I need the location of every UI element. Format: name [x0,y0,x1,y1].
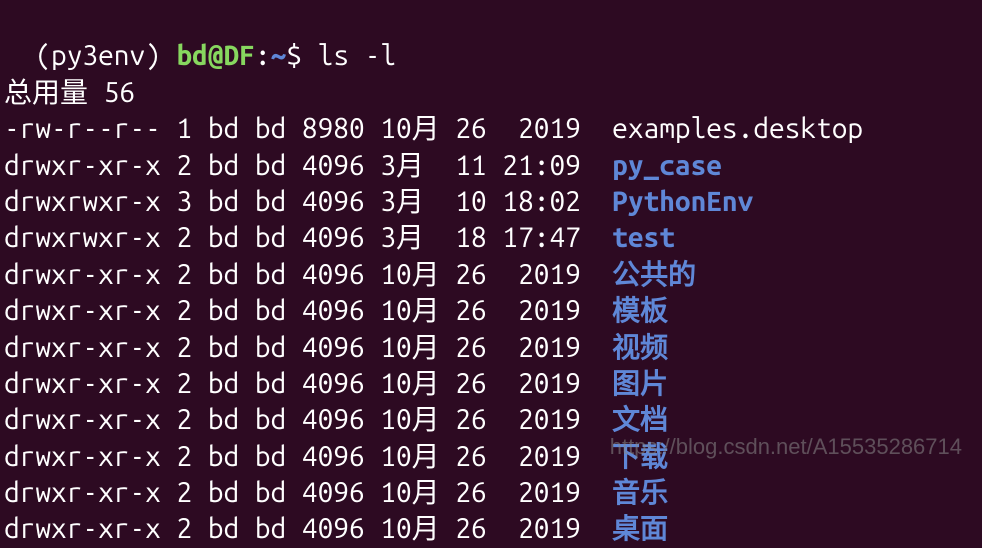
file-row: drwxr-xr-x 2 bd bd 4096 10月 26 2019 桌面 [4,511,978,547]
file-row: drwxr-xr-x 2 bd bd 4096 10月 26 2019 下载 [4,439,978,475]
directory-name: py_case [612,150,722,181]
file-meta: drwxr-xr-x 2 bd bd 4096 10月 26 2019 [4,404,612,435]
prompt-symbol: $ [286,40,317,71]
directory-name: PythonEnv [612,186,753,217]
file-meta: drwxr-xr-x 2 bd bd 4096 10月 26 2019 [4,295,612,326]
file-listing: -rw-r--r-- 1 bd bd 8980 10月 26 2019 exam… [4,111,978,548]
file-meta: drwxr-xr-x 2 bd bd 4096 10月 26 2019 [4,477,612,508]
file-meta: drwxrwxr-x 2 bd bd 4096 3月 18 17:47 [4,222,612,253]
prompt-colon: : [255,40,271,71]
venv-prefix: (py3env) [35,40,176,71]
file-meta: drwxr-xr-x 2 bd bd 4096 3月 11 21:09 [4,150,612,181]
directory-name: test [612,222,675,253]
file-row: drwxr-xr-x 2 bd bd 4096 10月 26 2019 模板 [4,293,978,329]
file-meta: drwxr-xr-x 2 bd bd 4096 10月 26 2019 [4,332,612,363]
file-row: drwxrwxr-x 2 bd bd 4096 3月 18 17:47 test [4,220,978,256]
file-row: drwxr-xr-x 2 bd bd 4096 10月 26 2019 公共的 [4,257,978,293]
total-line: 总用量 56 [4,75,978,111]
directory-name: 图片 [612,368,668,399]
file-row: drwxrwxr-x 3 bd bd 4096 3月 10 18:02 Pyth… [4,184,978,220]
prompt-line[interactable]: (py3env) bd@DF:~$ ls -l [4,2,978,75]
file-row: drwxr-xr-x 2 bd bd 4096 3月 11 21:09 py_c… [4,148,978,184]
file-row: drwxr-xr-x 2 bd bd 4096 10月 26 2019 文档 [4,402,978,438]
directory-name: 视频 [612,332,668,363]
file-meta: drwxr-xr-x 2 bd bd 4096 10月 26 2019 [4,259,612,290]
user-host: bd@DF [177,40,255,71]
file-meta: drwxr-xr-x 2 bd bd 4096 10月 26 2019 [4,441,612,472]
file-meta: drwxrwxr-x 3 bd bd 4096 3月 10 18:02 [4,186,612,217]
file-row: drwxr-xr-x 2 bd bd 4096 10月 26 2019 图片 [4,366,978,402]
directory-name: 公共的 [612,259,696,290]
directory-name: 桌面 [612,513,668,544]
directory-name: 文档 [612,404,668,435]
command-text: ls -l [318,40,396,71]
file-meta: drwxr-xr-x 2 bd bd 4096 10月 26 2019 [4,513,612,544]
directory-name: 音乐 [612,477,668,508]
file-row: -rw-r--r-- 1 bd bd 8980 10月 26 2019 exam… [4,111,978,147]
directory-name: 下载 [612,441,668,472]
file-row: drwxr-xr-x 2 bd bd 4096 10月 26 2019 音乐 [4,475,978,511]
file-meta: -rw-r--r-- 1 bd bd 8980 10月 26 2019 [4,113,612,144]
file-row: drwxr-xr-x 2 bd bd 4096 10月 26 2019 视频 [4,330,978,366]
cwd-path: ~ [271,40,287,71]
file-meta: drwxr-xr-x 2 bd bd 4096 10月 26 2019 [4,368,612,399]
directory-name: 模板 [612,295,668,326]
file-name: examples.desktop [612,113,863,144]
